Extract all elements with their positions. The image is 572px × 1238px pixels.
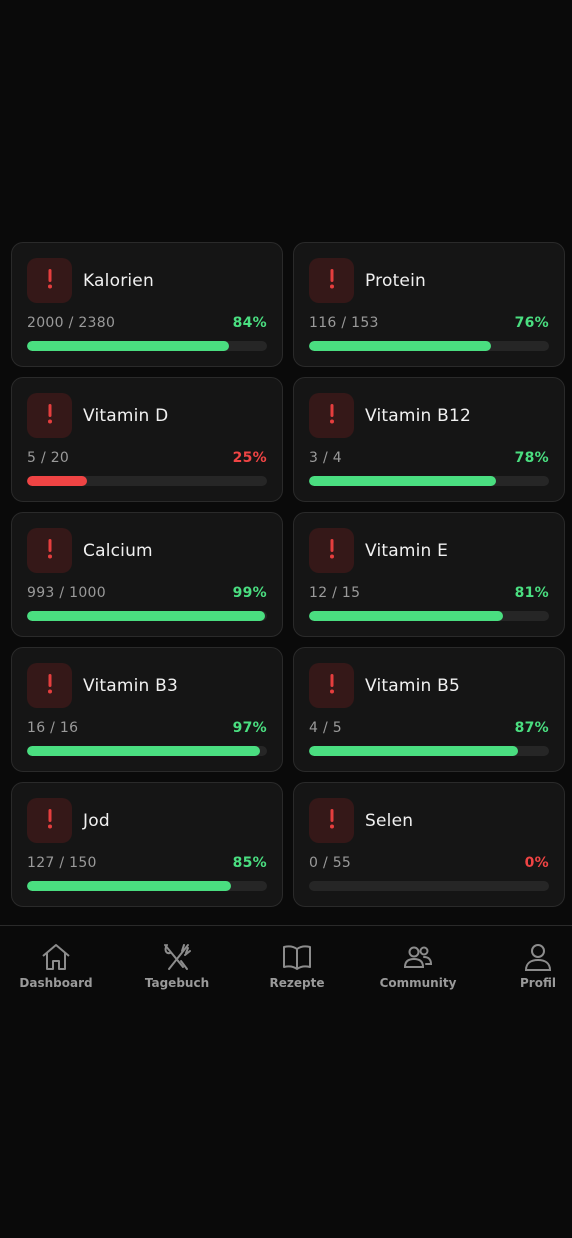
progress-fill: [309, 611, 504, 621]
exclamation-icon: [326, 538, 338, 564]
nav-label: Dashboard: [19, 976, 93, 990]
progress-track: [309, 881, 549, 891]
nutrient-card[interactable]: Protein 116 / 153 76%: [293, 242, 565, 367]
warning-badge: [27, 528, 72, 573]
nutrient-name: Jod: [83, 811, 110, 831]
nutrient-percent: 99%: [232, 585, 267, 601]
warning-badge: [309, 258, 354, 303]
nutrient-name: Kalorien: [83, 271, 154, 291]
nutrient-card[interactable]: Calcium 993 / 1000 99%: [11, 512, 283, 637]
user-icon: [522, 942, 554, 972]
nutrient-card[interactable]: Vitamin E 12 / 15 81%: [293, 512, 565, 637]
nutrient-card[interactable]: Vitamin B5 4 / 5 87%: [293, 647, 565, 772]
nutrient-amount: 16 / 16: [27, 720, 79, 736]
exclamation-icon: [326, 268, 338, 294]
nutrient-name: Protein: [365, 271, 426, 291]
progress-track: [27, 746, 267, 756]
nutrient-name: Calcium: [83, 541, 153, 561]
nutrient-card[interactable]: Jod 127 / 150 85%: [11, 782, 283, 907]
progress-fill: [309, 746, 518, 756]
warning-badge: [309, 393, 354, 438]
nutrient-amount: 993 / 1000: [27, 585, 106, 601]
progress-track: [27, 611, 267, 621]
progress-track: [309, 611, 549, 621]
nutrient-card[interactable]: Kalorien 2000 / 2380 84%: [11, 242, 283, 367]
bottom-navigation: Dashboard Tagebuch Rezepte Community Profil: [0, 925, 572, 1005]
nutrient-name: Vitamin E: [365, 541, 449, 561]
nutrient-card[interactable]: Vitamin D 5 / 20 25%: [11, 377, 283, 502]
progress-fill: [27, 476, 87, 486]
nutrient-percent: 87%: [514, 720, 549, 736]
progress-track: [309, 476, 549, 486]
progress-track: [27, 476, 267, 486]
fork-knife-icon: [161, 942, 193, 972]
nav-item-profil[interactable]: Profil: [483, 942, 572, 990]
exclamation-icon: [44, 673, 56, 699]
nutrient-card[interactable]: Vitamin B12 3 / 4 78%: [293, 377, 565, 502]
warning-badge: [27, 393, 72, 438]
nutrient-name: Vitamin B5: [365, 676, 461, 696]
book-icon: [281, 942, 313, 972]
progress-track: [309, 746, 549, 756]
nav-item-rezepte[interactable]: Rezepte: [242, 942, 352, 990]
progress-fill: [309, 476, 497, 486]
nutrient-card[interactable]: Selen 0 / 55 0%: [293, 782, 565, 907]
home-icon: [40, 942, 72, 972]
nav-label: Tagebuch: [144, 976, 210, 990]
nutrient-percent: 0%: [524, 855, 549, 871]
progress-fill: [27, 881, 231, 891]
progress-track: [309, 341, 549, 351]
nutrient-percent: 84%: [232, 315, 267, 331]
nutrient-amount: 2000 / 2380: [27, 315, 116, 331]
warning-badge: [309, 798, 354, 843]
nutrient-percent: 81%: [514, 585, 549, 601]
exclamation-icon: [44, 403, 56, 429]
progress-track: [27, 341, 267, 351]
nutrient-percent: 85%: [232, 855, 267, 871]
nav-label: Profil: [520, 976, 556, 990]
progress-fill: [27, 746, 260, 756]
nutrient-percent: 78%: [514, 450, 549, 466]
nutrient-amount: 5 / 20: [27, 450, 70, 466]
nav-item-tagebuch[interactable]: Tagebuch: [122, 942, 232, 990]
nutrient-percent: 97%: [232, 720, 267, 736]
progress-fill: [27, 611, 265, 621]
exclamation-icon: [326, 403, 338, 429]
warning-badge: [309, 528, 354, 573]
nutrient-name: Selen: [365, 811, 414, 831]
nutrient-amount: 116 / 153: [309, 315, 379, 331]
nutrient-percent: 76%: [514, 315, 549, 331]
warning-badge: [27, 663, 72, 708]
nutrient-amount: 4 / 5: [309, 720, 342, 736]
nutrient-name: Vitamin B12: [365, 406, 472, 426]
nutrient-name: Vitamin D: [83, 406, 169, 426]
exclamation-icon: [44, 538, 56, 564]
nav-item-community[interactable]: Community: [363, 942, 473, 990]
nutrient-percent: 25%: [232, 450, 267, 466]
progress-fill: [27, 341, 229, 351]
exclamation-icon: [44, 808, 56, 834]
nav-label: Community: [379, 976, 457, 990]
users-icon: [402, 942, 434, 972]
warning-badge: [27, 258, 72, 303]
nutrient-card[interactable]: Vitamin B3 16 / 16 97%: [11, 647, 283, 772]
nutrient-amount: 127 / 150: [27, 855, 97, 871]
nutrient-amount: 3 / 4: [309, 450, 342, 466]
progress-track: [27, 881, 267, 891]
progress-fill: [309, 341, 492, 351]
nutrient-amount: 0 / 55: [309, 855, 352, 871]
warning-badge: [309, 663, 354, 708]
exclamation-icon: [44, 268, 56, 294]
nutrient-amount: 12 / 15: [309, 585, 361, 601]
nutrient-name: Vitamin B3: [83, 676, 179, 696]
exclamation-icon: [326, 673, 338, 699]
exclamation-icon: [326, 808, 338, 834]
nav-label: Rezepte: [269, 976, 325, 990]
warning-badge: [27, 798, 72, 843]
nutrient-grid: Kalorien 2000 / 2380 84% Protein 116 / 153 76…: [11, 242, 565, 907]
nav-item-dashboard[interactable]: Dashboard: [1, 942, 111, 990]
